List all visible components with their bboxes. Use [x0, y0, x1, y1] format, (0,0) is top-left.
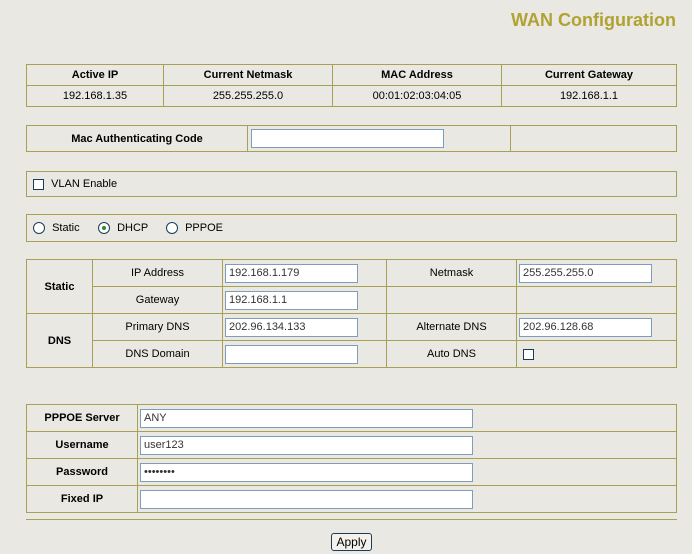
dns-section-label: DNS	[26, 313, 93, 368]
ip-address-input[interactable]	[225, 263, 358, 283]
username-label: Username	[26, 431, 138, 459]
mac-auth-table: Mac Authenticating Code	[26, 125, 677, 152]
auto-dns-cell	[516, 340, 677, 368]
dns-domain-label: DNS Domain	[92, 340, 223, 368]
username-cell	[137, 431, 677, 459]
primary-dns-cell	[222, 313, 387, 341]
netmask-input[interactable]	[519, 263, 652, 283]
ip-address-cell	[222, 259, 387, 287]
mode-dhcp-radio[interactable]	[98, 222, 110, 235]
connection-mode-row: Static DHCP PPPOE	[26, 214, 677, 242]
mac-auth-label: Mac Authenticating Code	[26, 125, 248, 152]
vlan-enable-checkbox[interactable]	[33, 178, 44, 190]
header-mac-address: MAC Address	[332, 64, 502, 86]
vlan-option[interactable]: VLAN Enable	[33, 178, 117, 190]
static-section-label: Static	[26, 259, 93, 314]
gateway-label: Gateway	[92, 286, 223, 314]
primary-dns-input[interactable]	[225, 317, 358, 337]
fixed-ip-label: Fixed IP	[26, 485, 138, 513]
mac-auth-empty-cell	[510, 125, 677, 152]
mode-static-radio[interactable]	[33, 222, 45, 235]
static-dns-table: Static IP Address Netmask Gateway DNS Pr…	[26, 259, 677, 368]
mode-dhcp-label: DHCP	[117, 222, 149, 235]
header-active-ip: Active IP	[26, 64, 164, 86]
mac-auth-cell	[247, 125, 511, 152]
mode-static-label: Static	[52, 222, 80, 235]
password-input[interactable]	[140, 462, 473, 482]
page-title: WAN Configuration	[511, 10, 676, 30]
pppoe-server-label: PPPOE Server	[26, 404, 138, 432]
ip-address-label: IP Address	[92, 259, 223, 287]
header-current-netmask: Current Netmask	[163, 64, 333, 86]
password-label: Password	[26, 458, 138, 486]
alternate-dns-label: Alternate DNS	[386, 313, 517, 341]
fixed-ip-cell	[137, 485, 677, 513]
alternate-dns-cell	[516, 313, 677, 341]
username-input[interactable]	[140, 435, 473, 455]
pppoe-server-cell	[137, 404, 677, 432]
value-current-netmask: 255.255.255.0	[163, 85, 333, 107]
gateway-input[interactable]	[225, 290, 358, 310]
netmask-cell	[516, 259, 677, 287]
mac-auth-input[interactable]	[251, 129, 444, 148]
primary-dns-label: Primary DNS	[92, 313, 223, 341]
pppoe-server-input[interactable]	[140, 408, 473, 428]
dns-domain-cell	[222, 340, 387, 368]
value-active-ip: 192.168.1.35	[26, 85, 164, 107]
bottom-divider	[26, 519, 677, 520]
mode-pppoe-option[interactable]: PPPOE	[166, 222, 223, 235]
status-table: Active IP Current Netmask MAC Address Cu…	[26, 64, 677, 107]
gateway-cell	[222, 286, 387, 314]
mode-pppoe-label: PPPOE	[185, 222, 223, 235]
auto-dns-checkbox[interactable]	[523, 348, 534, 360]
alternate-dns-input[interactable]	[519, 317, 652, 337]
auto-dns-label: Auto DNS	[386, 340, 517, 368]
value-mac-address: 00:01:02:03:04:05	[332, 85, 502, 107]
vlan-row: VLAN Enable	[26, 171, 677, 197]
mode-dhcp-option[interactable]: DHCP	[98, 222, 149, 235]
netmask-label: Netmask	[386, 259, 517, 287]
pppoe-table: PPPOE Server Username Password Fixed IP	[26, 404, 677, 513]
fixed-ip-input[interactable]	[140, 489, 473, 509]
password-cell	[137, 458, 677, 486]
mode-static-option[interactable]: Static	[33, 222, 80, 235]
value-current-gateway: 192.168.1.1	[501, 85, 677, 107]
header-current-gateway: Current Gateway	[501, 64, 677, 86]
apply-button[interactable]: Apply	[331, 533, 372, 551]
mode-pppoe-radio[interactable]	[166, 222, 178, 235]
gateway-empty-cell-1	[386, 286, 517, 314]
gateway-empty-cell-2	[516, 286, 677, 314]
vlan-enable-label: VLAN Enable	[51, 178, 118, 191]
dns-domain-input[interactable]	[225, 344, 358, 364]
